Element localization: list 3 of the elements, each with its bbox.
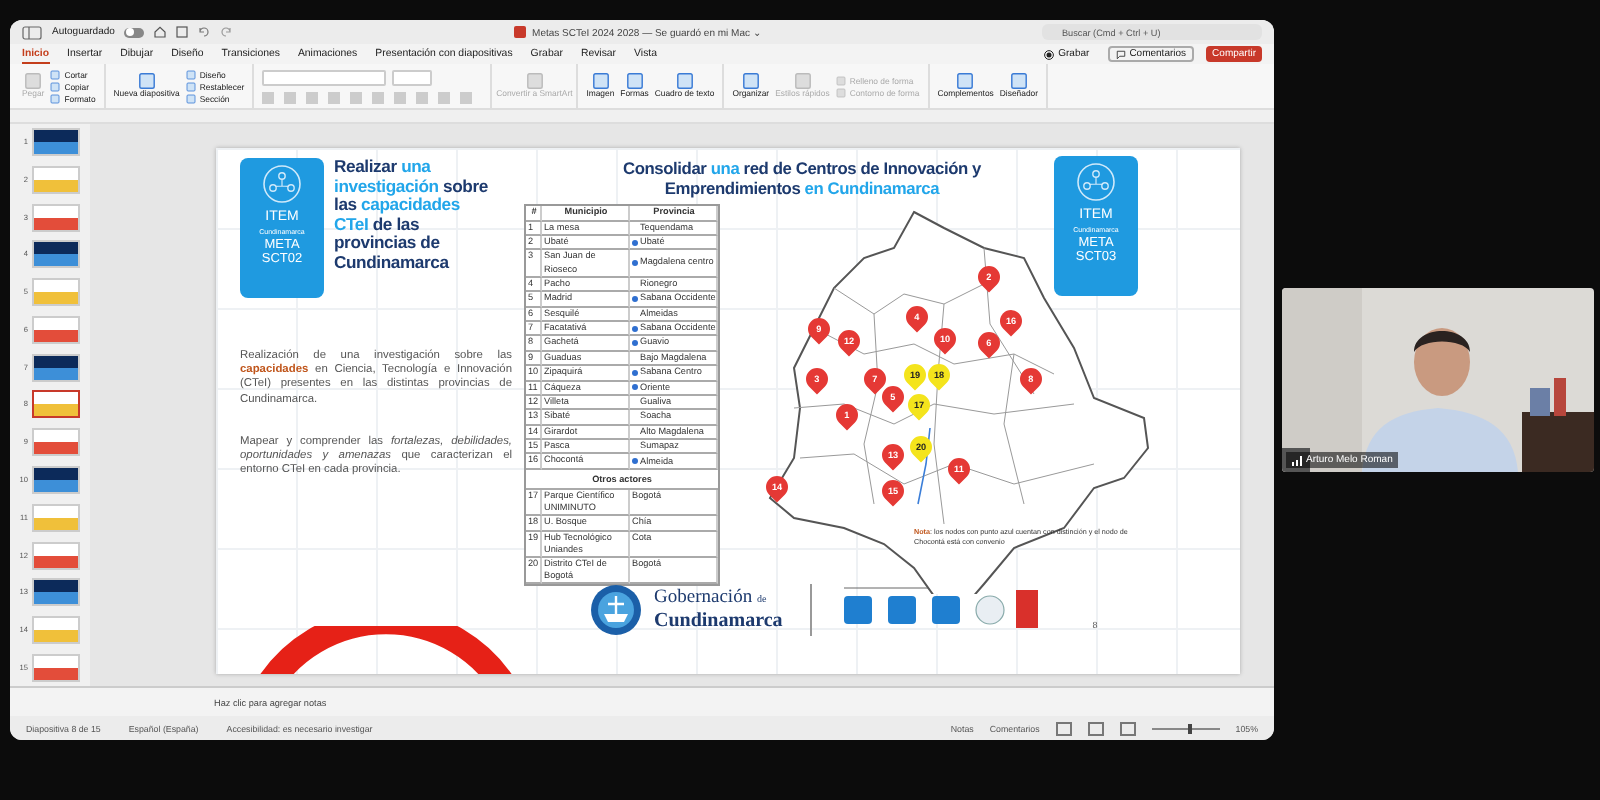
logo-text: Cundinamarca bbox=[654, 612, 783, 633]
slide-heading: Realizar una investigación sobre las capacidades CTeI de las provincias de Cundinamarca bbox=[334, 158, 490, 276]
slide-title: Consolidar una red de Centros de Innovación y Emprendimientos en Cundinamarca bbox=[620, 160, 984, 199]
